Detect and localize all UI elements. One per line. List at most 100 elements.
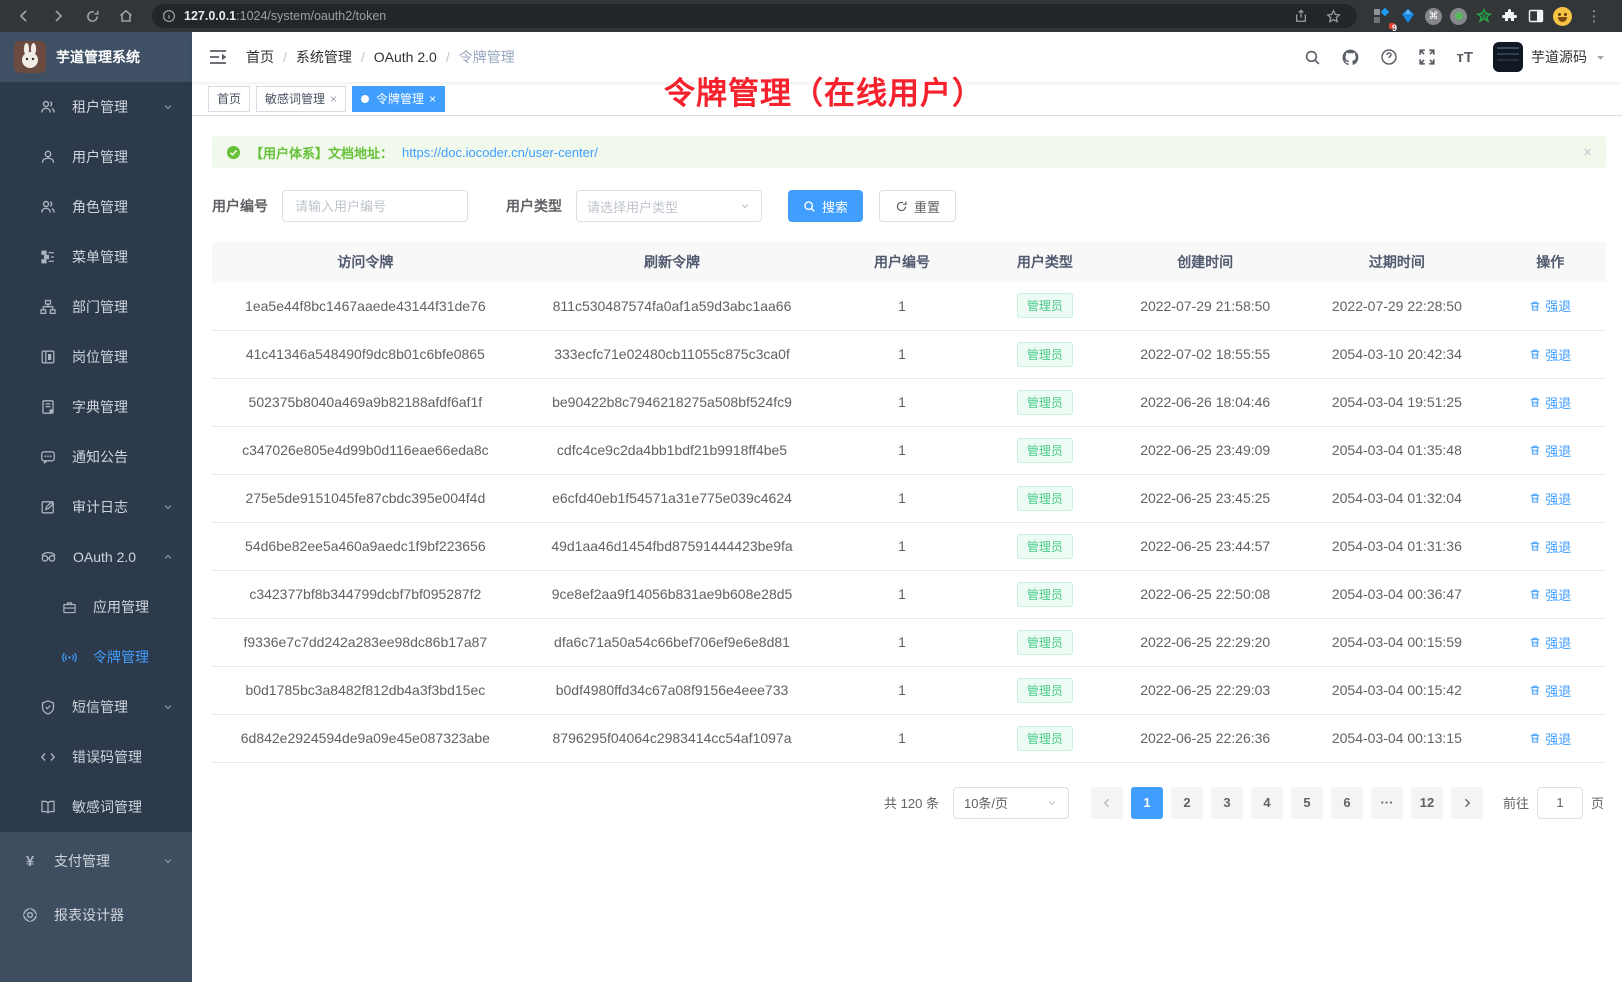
sidebar-item-oauth-app[interactable]: 应用管理 (0, 582, 192, 632)
search-button[interactable]: 搜索 (788, 190, 863, 222)
sidebar-item-post[interactable]: 岗位管理 (0, 332, 192, 382)
address-bar[interactable]: 127.0.0.1:1024/system/oauth2/token (152, 4, 1357, 28)
force-logout-button[interactable]: 强退 (1529, 537, 1571, 556)
page-number-button[interactable]: 1 (1131, 787, 1163, 819)
fullscreen-icon[interactable] (1418, 48, 1436, 66)
force-logout-button[interactable]: 强退 (1529, 393, 1571, 412)
sidebar-item-dict[interactable]: 字典管理 (0, 382, 192, 432)
sidebar-item-errorcode[interactable]: 错误码管理 (0, 732, 192, 782)
tab-home[interactable]: 首页 (208, 86, 250, 112)
breadcrumb-home[interactable]: 首页 (246, 47, 274, 67)
share-icon[interactable] (1287, 4, 1315, 28)
page-number-button[interactable]: 2 (1171, 787, 1203, 819)
force-logout-button[interactable]: 强退 (1529, 296, 1571, 315)
force-logout-button[interactable]: 强退 (1529, 633, 1571, 652)
table-row: 275e5de9151045fe87cbdc395e004f4d e6cfd40… (212, 474, 1606, 522)
force-logout-button[interactable]: 强退 (1529, 345, 1571, 364)
force-logout-button[interactable]: 强退 (1529, 681, 1571, 700)
extension-command-icon[interactable]: ⌘ (1425, 8, 1442, 25)
user-type-select[interactable]: 请选择用户类型 (576, 190, 762, 222)
tab-token[interactable]: 令牌管理× (352, 86, 445, 112)
chevron-down-icon (739, 200, 751, 212)
browser-home-icon[interactable] (112, 4, 140, 28)
users-icon (40, 199, 56, 215)
help-icon[interactable] (1380, 48, 1398, 66)
badge-icon (40, 349, 56, 365)
user-id-input[interactable] (282, 190, 468, 222)
table-row: c342377bf8b344799dcbf7bf095287f2 9ce8ef2… (212, 570, 1606, 618)
alert-close-icon[interactable]: × (1583, 144, 1592, 161)
breadcrumb-oauth[interactable]: OAuth 2.0 (374, 49, 437, 65)
user-profile[interactable]: 芋道源码 (1493, 42, 1606, 72)
browser-reload-icon[interactable] (78, 4, 106, 28)
extensions-puzzle-icon[interactable] (1501, 7, 1519, 25)
sidebar-item-tenant[interactable]: 租户管理 (0, 82, 192, 132)
sidebar-item-role[interactable]: 角色管理 (0, 182, 192, 232)
page-info-icon[interactable] (162, 9, 176, 23)
doc-link[interactable]: https://doc.iocoder.cn/user-center/ (402, 145, 598, 160)
github-icon[interactable] (1341, 48, 1360, 67)
app-logo-bar[interactable]: 芋道管理系统 (0, 32, 192, 82)
more-pages-button[interactable]: ··· (1371, 787, 1403, 819)
sidebar-item-oauth2[interactable]: OAuth 2.0 (0, 532, 192, 582)
column-header: 创建时间 (1111, 242, 1299, 282)
refresh-icon (895, 200, 908, 213)
tab-sensitive-word[interactable]: 敏感词管理× (256, 86, 346, 112)
font-size-icon[interactable]: тT (1456, 49, 1473, 66)
goto-page-input[interactable] (1537, 787, 1583, 819)
force-logout-button[interactable]: 强退 (1529, 441, 1571, 460)
force-logout-button[interactable]: 强退 (1529, 489, 1571, 508)
chevron-down-icon (162, 855, 174, 867)
user-icon (40, 149, 56, 165)
force-logout-button[interactable]: 强退 (1529, 585, 1571, 604)
sidebar-item-user[interactable]: 用户管理 (0, 132, 192, 182)
bookmark-star-icon[interactable] (1319, 4, 1347, 28)
page-content: 【用户体系】文档地址： https://doc.iocoder.cn/user-… (192, 116, 1622, 819)
column-header: 操作 (1494, 242, 1606, 282)
sidebar-item-dept[interactable]: 部门管理 (0, 282, 192, 332)
page-number-button[interactable]: 12 (1411, 787, 1443, 819)
sidebar-item-sms[interactable]: 短信管理 (0, 682, 192, 732)
sidebar-item-notice[interactable]: 通知公告 (0, 432, 192, 482)
extension-blocks-icon[interactable]: 9 (1373, 7, 1391, 25)
sidebar-item-menu[interactable]: 菜单管理 (0, 232, 192, 282)
extension-record-icon[interactable] (1450, 8, 1467, 25)
sidepanel-icon[interactable] (1527, 7, 1545, 25)
user-type-tag: 管理员 (1017, 390, 1073, 415)
page-number-button[interactable]: 6 (1331, 787, 1363, 819)
app-logo (14, 41, 46, 73)
table-row: 6d842e2924594de9a09e45e087323abe 8796295… (212, 714, 1606, 762)
prev-page-button[interactable] (1091, 787, 1123, 819)
page-size-select[interactable]: 10条/页 (953, 787, 1069, 819)
browser-menu-icon[interactable]: ⋮ (1580, 4, 1608, 28)
sidebar-item-pay[interactable]: ¥ 支付管理 (0, 834, 192, 888)
user-type-tag: 管理员 (1017, 630, 1073, 655)
extension-star-icon[interactable] (1475, 7, 1493, 25)
column-header: 用户类型 (979, 242, 1111, 282)
browser-profile-avatar[interactable] (1553, 7, 1572, 26)
next-page-button[interactable] (1451, 787, 1483, 819)
force-logout-button[interactable]: 强退 (1529, 729, 1571, 748)
user-type-tag: 管理员 (1017, 486, 1073, 511)
extension-diamond-icon[interactable] (1399, 7, 1417, 25)
close-icon[interactable]: × (330, 92, 337, 106)
sidebar-item-sensitive-word[interactable]: 敏感词管理 (0, 782, 192, 832)
page-number-button[interactable]: 5 (1291, 787, 1323, 819)
main-area: 首页 / 系统管理 / OAuth 2.0 / 令牌管理 тT 芋道源码 首页 … (192, 32, 1622, 982)
browser-forward-icon[interactable] (44, 4, 72, 28)
close-icon[interactable]: × (429, 92, 436, 106)
page-number-button[interactable]: 3 (1211, 787, 1243, 819)
sidebar-item-oauth-token[interactable]: 令牌管理 (0, 632, 192, 682)
column-header: 刷新令牌 (519, 242, 826, 282)
sidebar-item-audit[interactable]: 审计日志 (0, 482, 192, 532)
sidebar-item-report-designer[interactable]: 报表设计器 (0, 888, 192, 942)
header-search-icon[interactable] (1304, 49, 1321, 66)
sidebar-collapse-icon[interactable] (208, 48, 228, 66)
reset-button[interactable]: 重置 (879, 190, 956, 222)
browser-back-icon[interactable] (10, 4, 38, 28)
breadcrumb-system[interactable]: 系统管理 (296, 47, 352, 67)
shield-check-icon (40, 699, 56, 715)
url-text[interactable]: 127.0.0.1:1024/system/oauth2/token (184, 9, 386, 23)
page-number-button[interactable]: 4 (1251, 787, 1283, 819)
users-icon (40, 99, 56, 115)
